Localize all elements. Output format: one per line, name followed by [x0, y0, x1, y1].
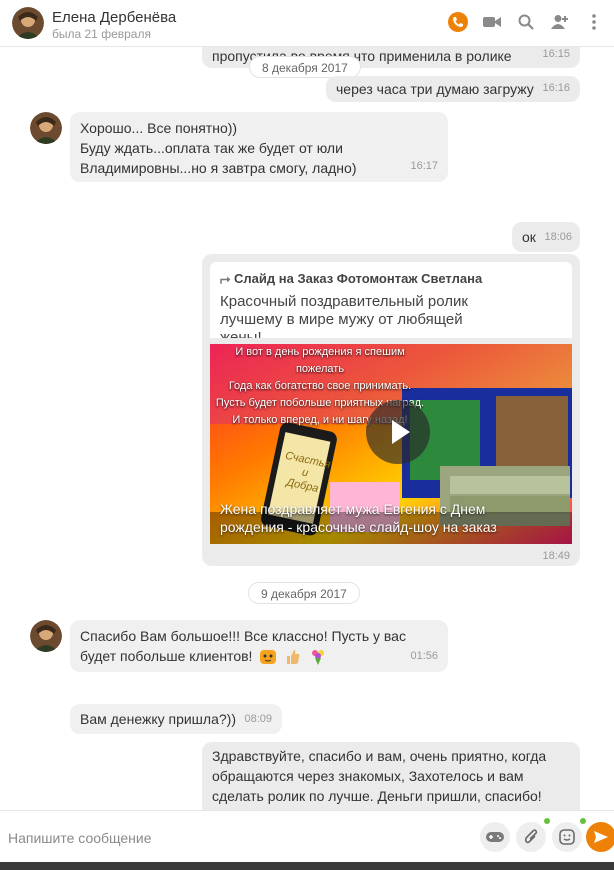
- search-icon[interactable]: [516, 12, 536, 32]
- message-text: Буду ждать...оплата так же будет от юли: [80, 140, 343, 156]
- message-text: ок: [522, 229, 536, 245]
- message-bubble-incoming[interactable]: Вам денежку пришла?)) 08:09: [70, 704, 282, 734]
- send-button[interactable]: [586, 822, 614, 852]
- message-input[interactable]: [6, 825, 450, 851]
- message-time: 16:15: [542, 48, 570, 60]
- message-bubble-outgoing[interactable]: Здравствуйте, спасибо и вам, очень прият…: [202, 742, 580, 810]
- message-time: 18:49: [542, 550, 570, 562]
- play-icon: [392, 420, 410, 444]
- avatar[interactable]: [30, 620, 62, 652]
- contact-name[interactable]: Елена Дербенёва: [52, 9, 176, 26]
- message-time: 16:16: [542, 82, 570, 94]
- status-dot: [580, 818, 586, 824]
- message-text: Владимировны...но я завтра смогу, ладно): [80, 160, 357, 176]
- gamepad-icon[interactable]: [480, 822, 510, 852]
- message-time: 16:17: [410, 160, 438, 172]
- header-actions: [448, 12, 604, 32]
- video-player[interactable]: И вот в день рождения я спешим пожелать …: [210, 344, 572, 544]
- share-title[interactable]: ⮣ Слайд на Заказ Фотомонтаж Светлана: [220, 271, 482, 287]
- date-separator: 8 декабря 2017: [249, 56, 361, 78]
- message-text: Здравствуйте, спасибо и вам, очень прият…: [212, 748, 547, 764]
- share-preview[interactable]: ⮣ Слайд на Заказ Фотомонтаж Светлана Кра…: [210, 262, 572, 338]
- status-dot: [544, 818, 550, 824]
- message-bubble-outgoing[interactable]: через часа три думаю загружу 16:16: [326, 76, 580, 102]
- send-icon: [594, 831, 608, 843]
- message-text: будет побольше клиентов!: [80, 648, 253, 664]
- share-arrow-icon: ⮣: [220, 271, 231, 286]
- message-bubble-incoming[interactable]: Хорошо... Все понятно)) Буду ждать...опл…: [70, 112, 448, 182]
- message-time: 18:06: [544, 231, 572, 243]
- video-caption[interactable]: Жена поздравляет мужа Евгения с Днем рож…: [220, 500, 520, 536]
- message-composer: [0, 810, 614, 863]
- window-bottom-edge: [0, 862, 614, 870]
- message-text: через часа три думаю загружу: [336, 81, 534, 97]
- attach-icon[interactable]: [516, 822, 546, 852]
- play-button[interactable]: [366, 400, 430, 464]
- bouquet-icon: [309, 648, 327, 666]
- message-bubble-incoming[interactable]: Спасибо Вам большое!!! Все классно! Пуст…: [70, 620, 448, 672]
- message-time: 08:09: [244, 713, 272, 725]
- date-separator: 9 декабря 2017: [248, 582, 360, 604]
- avatar[interactable]: [12, 7, 44, 39]
- message-bubble-outgoing[interactable]: ок 18:06: [512, 222, 580, 252]
- contact-status: была 21 февраля: [52, 27, 151, 41]
- thumbs-up-icon: [284, 648, 302, 666]
- cat-emoji-icon: [259, 648, 277, 666]
- message-text: Спасибо Вам большое!!! Все классно! Пуст…: [80, 628, 406, 644]
- message-time: 01:56: [410, 650, 438, 662]
- message-text: сделать ролик по лучше. Деньги пришли, с…: [212, 788, 542, 804]
- chat-header: Елена Дербенёва была 21 февраля: [0, 0, 614, 47]
- avatar[interactable]: [30, 112, 62, 144]
- shared-video-message[interactable]: ⮣ Слайд на Заказ Фотомонтаж Светлана Кра…: [202, 254, 580, 566]
- more-icon[interactable]: [584, 12, 604, 32]
- message-text: обращаются через знакомых, Захотелось и …: [212, 768, 524, 784]
- emoji-icon[interactable]: [552, 822, 582, 852]
- message-text: Вам денежку пришла?)): [80, 711, 236, 727]
- call-icon[interactable]: [448, 12, 468, 32]
- chat-area: пропустила во время что применила в роли…: [0, 0, 614, 810]
- add-user-icon[interactable]: [550, 12, 570, 32]
- message-text: Хорошо... Все понятно)): [80, 120, 238, 136]
- video-call-icon[interactable]: [482, 12, 502, 32]
- share-description: Красочный поздравительный ролик лучшему …: [220, 293, 468, 338]
